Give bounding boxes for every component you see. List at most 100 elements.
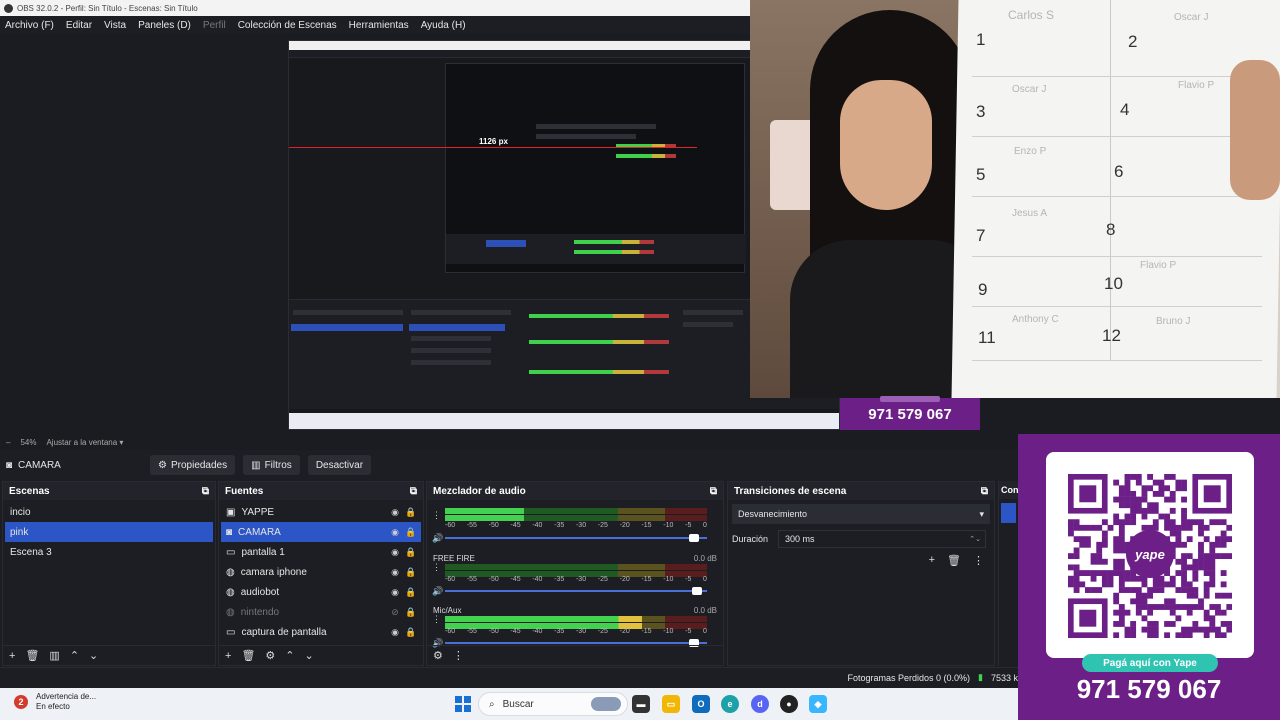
move-down-icon[interactable]: ⌄ [89, 649, 98, 662]
undock-icon[interactable]: ⧉ [410, 486, 417, 497]
folder-icon[interactable]: ▭ [662, 695, 680, 713]
filter-icon[interactable]: ▥ [49, 649, 59, 662]
eye-icon[interactable]: ◉ [390, 507, 400, 517]
obs-icon[interactable]: ● [780, 695, 798, 713]
source-item[interactable]: ◙ CAMARA ◉ 🔒 [221, 522, 421, 542]
eye-hidden-icon[interactable]: ⊘ [390, 607, 400, 617]
source-item[interactable]: ◍ nintendo ⊘ 🔒 [221, 602, 421, 622]
trash-icon[interactable]: 🗑 [947, 554, 961, 567]
undock-icon[interactable]: ⧉ [202, 486, 209, 497]
spinner-icon[interactable]: ⌃⌄ [969, 535, 981, 543]
meter-tick: -40 [532, 576, 543, 583]
source-item[interactable]: ◍ camara iphone ◉ 🔒 [221, 562, 421, 582]
lock-icon[interactable]: 🔒 [405, 567, 416, 577]
sheet-number: 12 [1102, 326, 1121, 345]
preview-zoom-bar: – 54% Ajustar a la ventana ▾ [0, 434, 1018, 450]
outlook-icon[interactable]: O [692, 695, 710, 713]
undock-icon[interactable]: ⧉ [981, 486, 988, 497]
eye-icon[interactable]: ◉ [390, 547, 400, 557]
meter-tick: -55 [466, 628, 477, 635]
volume-slider[interactable] [445, 587, 707, 595]
lock-icon[interactable]: 🔒 [405, 607, 416, 617]
undock-icon[interactable]: ⧉ [710, 486, 717, 497]
scene-item[interactable]: pink [5, 522, 213, 542]
lock-icon[interactable]: 🔒 [405, 527, 416, 537]
sheet-name: Flavio P [1178, 80, 1215, 91]
advanced-audio-icon[interactable]: ⚙ [433, 649, 443, 662]
zoom-level[interactable]: 54% [20, 438, 36, 447]
menu-paneles[interactable]: Paneles (D) [138, 20, 191, 31]
source-item[interactable]: ▭ pantalla 1 ◉ 🔒 [221, 542, 421, 562]
add-icon[interactable]: + [929, 554, 935, 567]
volume-slider[interactable] [445, 534, 707, 542]
trash-icon[interactable]: 🗑 [25, 649, 39, 662]
start-streaming-button[interactable] [1001, 503, 1016, 523]
menu-perfil[interactable]: Perfil [203, 20, 226, 31]
source-item[interactable]: ▭ captura de pantalla ◉ 🔒 [221, 622, 421, 642]
meter-tick: -30 [575, 628, 587, 635]
lock-icon[interactable]: 🔒 [405, 547, 416, 557]
eye-icon[interactable]: ◉ [390, 587, 400, 597]
move-up-icon[interactable]: ⌃ [285, 649, 294, 662]
trash-icon[interactable]: 🗑 [241, 649, 255, 662]
discord-icon[interactable]: d [751, 695, 769, 713]
kebab-icon[interactable]: ⋮ [432, 614, 441, 625]
menu-archivo[interactable]: Archivo (F) [5, 20, 54, 31]
meter-scale: -60 -55 -50 -45 -40 -35 -30 -25 -20 -15 -10 -5 0 [445, 628, 707, 635]
lock-icon[interactable]: 🔒 [405, 627, 416, 637]
transition-select[interactable]: Desvanecimiento ▾ [732, 504, 990, 524]
volume-slider[interactable] [445, 639, 707, 647]
kebab-icon[interactable]: ⋮ [432, 510, 441, 521]
sheet-number: 9 [978, 280, 988, 299]
menu-coleccion-escenas[interactable]: Colección de Escenas [238, 20, 337, 31]
move-up-icon[interactable]: ⌃ [70, 649, 79, 662]
menu-herramientas[interactable]: Herramientas [349, 20, 409, 31]
zoom-fit-dropdown[interactable]: Ajustar a la ventana ▾ [46, 438, 123, 447]
taskbar-search[interactable]: ⌕ Buscar [478, 692, 628, 716]
deactivate-button[interactable]: Desactivar [307, 455, 372, 475]
scene-item[interactable]: Escena 3 [5, 542, 213, 562]
person-hand [1230, 60, 1280, 200]
edge-icon[interactable]: e [721, 695, 739, 713]
lock-icon[interactable]: 🔒 [405, 587, 416, 597]
level-meter [445, 508, 707, 514]
add-icon[interactable]: + [9, 650, 15, 662]
kebab-icon[interactable]: ⋮ [973, 554, 984, 567]
sheet-name: Jesus A [1012, 208, 1048, 219]
eye-icon[interactable]: ◉ [390, 627, 400, 637]
scenes-dock-title: Escenas ⧉ [3, 482, 215, 500]
controls-dock: Con [998, 481, 1019, 666]
terminal-icon[interactable]: ▬ [632, 695, 650, 713]
menu-ayuda[interactable]: Ayuda (H) [421, 20, 466, 31]
sources-toolbar: + 🗑 ⚙ ⌃ ⌄ [219, 645, 423, 665]
qr-card: yape [1046, 452, 1254, 658]
duration-spinbox[interactable]: 300 ms ⌃⌄ [778, 530, 987, 548]
ruler-line [289, 147, 697, 148]
controls-dock-title: Con [999, 481, 1019, 499]
app-icon[interactable]: ◆ [809, 695, 827, 713]
speaker-icon[interactable]: 🔊 [432, 533, 443, 544]
notification[interactable]: 2 Advertencia de... En efecto [14, 692, 96, 712]
filters-button[interactable]: ▥ Filtros [243, 455, 300, 475]
menu-editar[interactable]: Editar [66, 20, 92, 31]
menu-vista[interactable]: Vista [104, 20, 126, 31]
sources-dock-title: Fuentes ⧉ [219, 482, 423, 500]
add-icon[interactable]: + [225, 650, 231, 662]
properties-button[interactable]: ⚙ Propiedades [150, 455, 236, 475]
windows-start-icon[interactable] [455, 696, 471, 712]
eye-icon[interactable]: ◉ [390, 527, 400, 537]
kebab-icon[interactable]: ⋮ [453, 649, 464, 662]
source-item[interactable]: ▣ YAPPE ◉ 🔒 [221, 502, 421, 522]
lock-icon[interactable]: 🔒 [405, 507, 416, 517]
move-down-icon[interactable]: ⌄ [305, 649, 314, 662]
kebab-icon[interactable]: ⋮ [432, 562, 441, 573]
collapse-icon[interactable]: – [6, 438, 10, 447]
yape-phone-strip: 971 579 067 [840, 398, 980, 430]
meter-tick: 0 [703, 522, 707, 529]
nested-screen-capture [445, 63, 746, 273]
eye-icon[interactable]: ◉ [390, 567, 400, 577]
source-item[interactable]: ◍ audiobot ◉ 🔒 [221, 582, 421, 602]
speaker-icon[interactable]: 🔊 [432, 586, 443, 597]
gear-icon[interactable]: ⚙ [265, 649, 275, 662]
scene-item[interactable]: incio [5, 502, 213, 522]
